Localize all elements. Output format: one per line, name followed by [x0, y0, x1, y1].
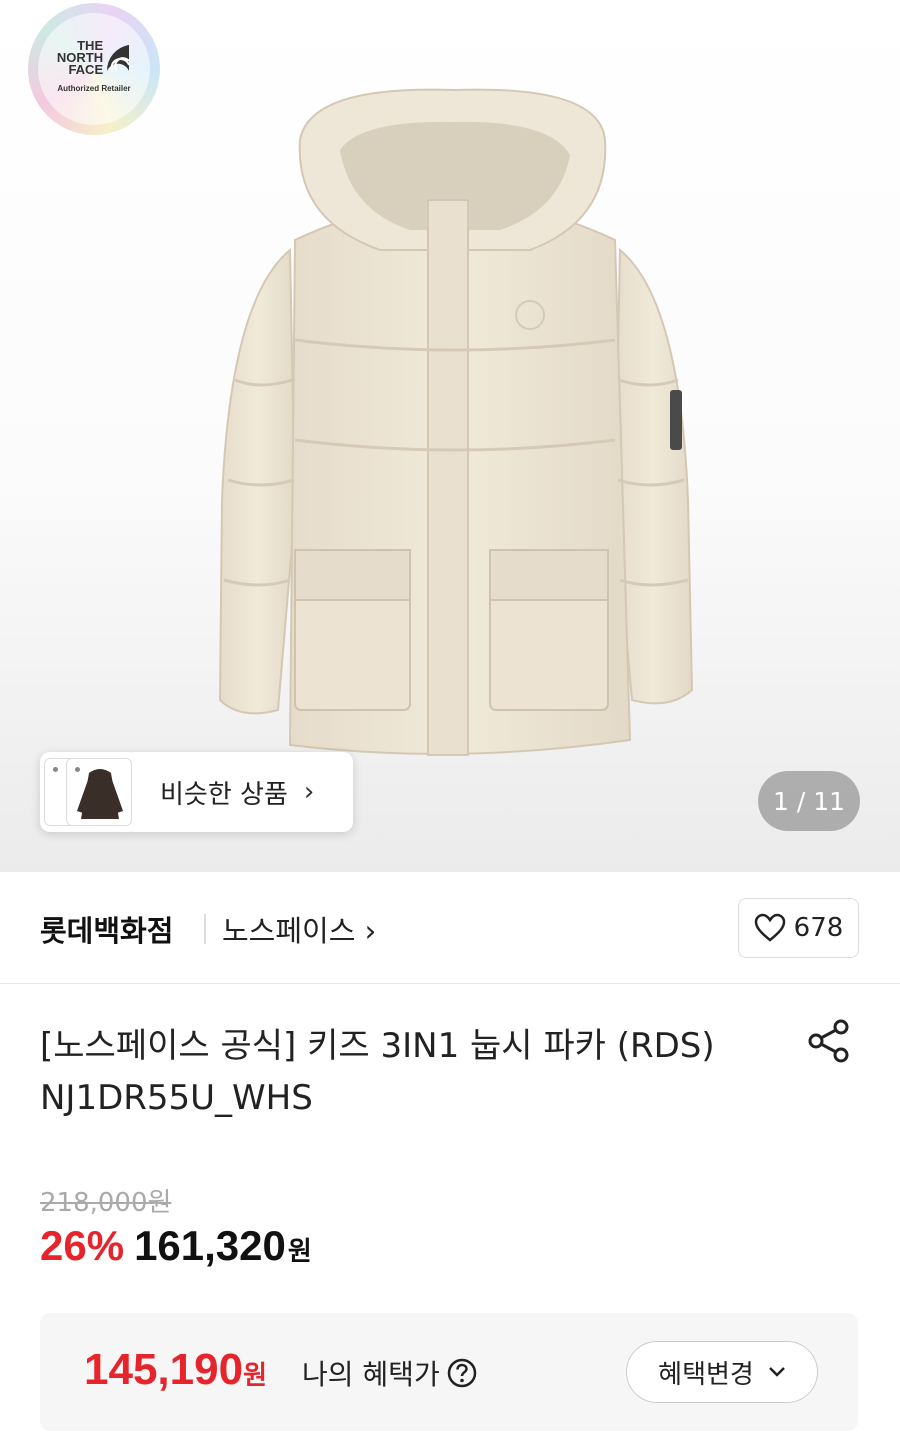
- similar-product-thumbnails: [44, 756, 144, 828]
- store-row: 롯데백화점 노스페이스 › 678: [0, 872, 900, 984]
- benefit-price-box: 145,190원 나의 혜택가 혜택변경: [40, 1313, 858, 1431]
- divider: [204, 914, 206, 944]
- change-benefit-button[interactable]: 혜택변경: [626, 1341, 818, 1403]
- store-name[interactable]: 롯데백화점: [40, 908, 173, 950]
- change-benefit-label: 혜택변경: [658, 1359, 754, 1390]
- share-icon: [808, 1019, 849, 1063]
- price-row: 26% 161,320 원: [40, 1222, 312, 1270]
- benefit-label[interactable]: 나의 혜택가: [302, 1353, 478, 1393]
- discount-rate: 26%: [40, 1222, 125, 1269]
- benefit-currency: 원: [243, 1360, 267, 1390]
- similar-products-label: 비슷한 상품: [160, 779, 288, 810]
- similar-products-button[interactable]: 비슷한 상품 ›: [40, 752, 353, 832]
- help-icon[interactable]: [446, 1357, 478, 1389]
- heart-icon: [754, 913, 785, 942]
- similar-thumbnail: [66, 758, 132, 826]
- logo-text: THE NORTH FACE: [56, 37, 104, 77]
- authorized-retailer-badge: THE NORTH FACE Authorized Retailer: [28, 3, 160, 135]
- original-price: 218,000원: [40, 1188, 172, 1218]
- benefit-label-text: 나의 혜택가: [302, 1358, 440, 1391]
- benefit-price: 145,190원: [84, 1345, 267, 1395]
- benefit-price-value: 145,190: [84, 1345, 244, 1394]
- brand-link[interactable]: 노스페이스 ›: [222, 908, 376, 950]
- like-button[interactable]: 678: [738, 898, 859, 958]
- product-title: [노스페이스 공식] 키즈 3IN1 눕시 파카 (RDS) NJ1DR55U_…: [40, 1026, 715, 1118]
- north-face-logo: THE NORTH FACE: [56, 37, 131, 77]
- chevron-right-icon: ›: [303, 777, 315, 807]
- badge-subtitle: Authorized Retailer: [57, 83, 131, 93]
- sale-price: 161,320: [134, 1222, 286, 1269]
- currency-label: 원: [287, 1237, 312, 1267]
- half-dome-icon: [107, 44, 131, 72]
- product-image-carousel[interactable]: THE NORTH FACE Authorized Retailer 비슷한 상…: [0, 0, 900, 872]
- like-count: 678: [793, 913, 844, 943]
- image-counter: 1 / 11: [758, 771, 860, 831]
- product-image-jacket: [200, 80, 710, 780]
- chevron-down-icon: [768, 1367, 785, 1377]
- share-button[interactable]: [806, 1018, 852, 1064]
